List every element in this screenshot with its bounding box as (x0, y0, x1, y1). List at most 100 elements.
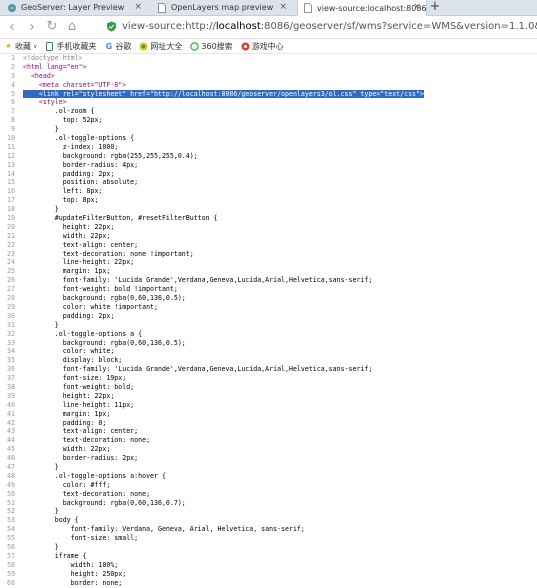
source-line: 58 width: 100%; (0, 561, 537, 570)
line-text: <head> (23, 71, 55, 80)
tab-geoserver-layer-preview[interactable]: GeoServer: Layer Preview × (2, 0, 147, 15)
line-number: 13 (7, 160, 15, 169)
line-text: z-index: 1000; (23, 142, 119, 151)
source-line: 23 text-decoration: none !important; (0, 250, 537, 259)
bookmarks-bar: ★ 收藏 ∨ 手机收藏夹 G 谷歌 网址大全 360搜索 游戏中心 (0, 39, 537, 54)
web-icon (139, 42, 148, 51)
bookmark-label: 游戏中心 (251, 41, 284, 51)
line-number: 30 (7, 311, 15, 320)
line-number: 35 (7, 356, 15, 365)
source-line: 59 height: 250px; (0, 570, 537, 579)
tab-view-source[interactable]: view-source:localhost:8086/ge × (297, 0, 427, 16)
geoserver-icon (7, 3, 17, 13)
line-text: border-radius: 2px; (23, 454, 139, 463)
line-number: 46 (7, 454, 15, 463)
forward-button[interactable]: › (24, 19, 40, 35)
star-icon: ★ (5, 42, 12, 50)
line-number: 16 (7, 187, 15, 196)
line-text: } (23, 507, 59, 516)
line-number: 22 (7, 240, 15, 249)
source-line: 32 .ol-toggle-options a { (0, 330, 537, 339)
source-line: 9 } (0, 125, 537, 134)
line-text: padding: 2px; (23, 311, 115, 320)
line-text: .ol-zoom { (23, 107, 95, 116)
close-icon[interactable]: × (413, 2, 421, 12)
line-text: height: 22px; (23, 391, 115, 400)
line-text: display: block; (23, 356, 123, 365)
line-number: 50 (7, 489, 15, 498)
source-line: 5 <link rel="stylesheet" href="http://lo… (0, 89, 537, 99)
source-line: 2 <html lang="en"> (0, 63, 537, 72)
source-view[interactable]: 1 <!doctype html> 2 <html lang="en"> 3 <head… (0, 54, 537, 588)
line-text: font-size: 19px; (23, 374, 127, 383)
source-line: 42 padding: 0; (0, 419, 537, 428)
close-icon[interactable]: × (134, 2, 142, 12)
reload-button[interactable]: ↻ (44, 19, 60, 35)
bookmark-360-search[interactable]: 360搜索 (190, 41, 233, 52)
line-text: margin: 1px; (23, 409, 111, 418)
home-button[interactable]: ⌂ (64, 19, 80, 35)
source-line: 12 background: rgba(255,255,255,0.4); (0, 152, 537, 161)
source-line: 37 font-size: 19px; (0, 374, 537, 383)
line-number: 57 (7, 551, 15, 560)
address-bar[interactable]: view-source:http://localhost:8086/geoser… (106, 18, 537, 35)
line-text: text-align: center; (23, 427, 139, 436)
source-line: 25 margin: 1px; (0, 267, 537, 276)
line-number: 47 (7, 462, 15, 471)
tab-openlayers-map-preview[interactable]: OpenLayers map preview × (152, 0, 292, 15)
line-number: 9 (11, 125, 15, 134)
line-text: iframe { (23, 551, 87, 560)
source-line: 56 } (0, 543, 537, 552)
line-text: left: 8px; (23, 187, 103, 196)
line-number: 55 (7, 534, 15, 543)
source-line: 52 } (0, 507, 537, 516)
source-line: 1 <!doctype html> (0, 54, 537, 63)
line-number: 48 (7, 471, 15, 480)
line-number: 39 (7, 391, 15, 400)
line-text: font-family: 'Lucida Grande',Verdana,Gen… (23, 276, 373, 285)
line-number: 17 (7, 196, 15, 205)
source-line: 48 .ol-toggle-options a:hover { (0, 472, 537, 481)
line-number: 6 (11, 98, 15, 107)
back-button[interactable]: ‹ (4, 19, 20, 35)
line-text: padding: 2px; (23, 169, 115, 178)
line-text: line-height: 22px; (23, 258, 135, 267)
line-number: 4 (11, 80, 15, 89)
source-line: 44 text-decoration: none; (0, 436, 537, 445)
line-number: 28 (7, 294, 15, 303)
bookmark-web-directory[interactable]: 网址大全 (139, 41, 182, 52)
line-number: 7 (11, 107, 15, 116)
source-line: 11 z-index: 1000; (0, 143, 537, 152)
source-line: 8 top: 52px; (0, 116, 537, 125)
line-text[interactable]: <link rel="stylesheet" href="http://loca… (23, 89, 424, 98)
line-text: font-weight: bold !important; (23, 285, 178, 294)
line-text: background: rgba(0,60,136,0.7); (23, 498, 186, 507)
line-number: 12 (7, 151, 15, 160)
source-line: 41 margin: 1px; (0, 410, 537, 419)
line-number: 20 (7, 222, 15, 231)
line-number: 14 (7, 169, 15, 178)
line-number: 38 (7, 382, 15, 391)
line-number: 24 (7, 258, 15, 267)
search-360-icon (190, 41, 200, 51)
bookmark-mobile-favorites[interactable]: 手机收藏夹 (45, 41, 96, 52)
close-icon[interactable]: × (279, 2, 287, 12)
source-line: 14 padding: 2px; (0, 170, 537, 179)
source-line: 15 position: absolute; (0, 178, 537, 187)
source-line: 7 .ol-zoom { (0, 107, 537, 116)
line-number: 21 (7, 231, 15, 240)
line-text: height: 250px; (23, 569, 127, 578)
line-number: 44 (7, 436, 15, 445)
source-line: 60 border: none; (0, 579, 537, 588)
chevron-down-icon: ∨ (33, 42, 38, 50)
line-text: text-align: center; (23, 240, 139, 249)
bookmark-game-center[interactable]: 游戏中心 (241, 41, 284, 52)
bookmark-google[interactable]: G 谷歌 (104, 41, 132, 52)
new-tab-button[interactable]: + (428, 0, 442, 15)
line-text: border: none; (23, 578, 123, 587)
line-number: 15 (7, 178, 15, 187)
bookmark-favorites[interactable]: ★ 收藏 ∨ (4, 41, 37, 52)
page-icon (303, 3, 313, 13)
line-number: 53 (7, 516, 15, 525)
line-text: width: 100%; (23, 560, 119, 569)
